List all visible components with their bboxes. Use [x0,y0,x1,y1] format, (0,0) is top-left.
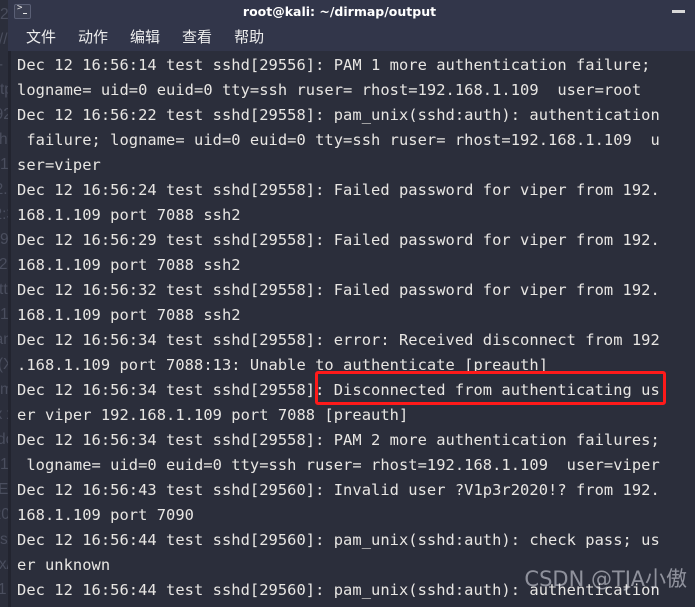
terminal-line: Dec 12 16:56:22 test sshd[29558]: pam_un… [17,106,660,124]
menu-item-4[interactable]: 帮助 [234,26,264,47]
terminal-output: Dec 12 16:56:14 test sshd[29556]: PAM 1 … [17,53,695,607]
window-title: root@kali: ~/dirmap/output [242,3,437,19]
terminal-line: ser=viper [17,156,101,174]
terminal-line: failure; logname= uid=0 euid=0 tty=ssh r… [17,603,695,607]
terminal-line: .168.1.109 port 7088:13: Unable to authe… [17,356,549,374]
terminal-line: er viper 192.168.1.109 port 7088 [preaut… [17,406,409,424]
terminal-window: root@kali: ~/dirmap/output 文件 动作 编辑 查看 帮助 De… [8,0,695,607]
terminal-line: logname= uid=0 euid=0 tty=ssh ruser= rho… [17,456,660,474]
terminal-line: Dec 12 16:56:34 test sshd[29558]: PAM 2 … [17,431,660,449]
terminal-line: Dec 12 16:56:44 test sshd[29560]: pam_un… [17,581,660,599]
terminal-line: Dec 12 16:56:29 test sshd[29558]: Failed… [17,231,660,249]
menu-item-1[interactable]: 动作 [78,26,108,47]
terminal-body[interactable]: Dec 12 16:56:14 test sshd[29556]: PAM 1 … [8,51,695,607]
terminal-line: Dec 12 16:56:14 test sshd[29556]: PAM 1 … [17,56,651,74]
terminal-line: failure; logname= uid=0 euid=0 tty=ssh r… [17,131,660,149]
terminal-line: Dec 12 16:56:24 test sshd[29558]: Failed… [17,181,660,199]
screenshot-root: 2:22:32:25 -0400] "GET /company/assets/v… [0,0,695,607]
terminal-line: 168.1.109 port 7090 [17,506,195,524]
terminal-line: 168.1.109 port 7088 ssh2 [17,306,241,324]
terminal-line: er unknown [17,556,111,574]
terminal-line: 168.1.109 port 7088 ssh2 [17,206,241,224]
terminal-line: Dec 12 16:56:43 test sshd[29560]: Invali… [17,481,660,499]
window-titlebar: root@kali: ~/dirmap/output [8,0,695,22]
menu-item-0[interactable]: 文件 [26,26,56,47]
menu-item-2[interactable]: 编辑 [130,26,160,47]
menu-item-3[interactable]: 查看 [182,26,212,47]
window-controls [668,9,685,13]
terminal-icon [14,3,31,19]
minimize-button[interactable] [672,9,685,13]
terminal-line: Dec 12 16:56:34 test sshd[29558]: Discon… [17,381,660,399]
terminal-line: logname= uid=0 euid=0 tty=ssh ruser= rho… [17,81,642,99]
terminal-line: Dec 12 16:56:44 test sshd[29560]: pam_un… [17,531,660,549]
terminal-left-edge [8,51,11,607]
terminal-line: Dec 12 16:56:34 test sshd[29558]: error:… [17,331,660,349]
terminal-line: 168.1.109 port 7088 ssh2 [17,256,241,274]
menu-bar: 文件 动作 编辑 查看 帮助 [8,22,695,51]
terminal-line: Dec 12 16:56:32 test sshd[29558]: Failed… [17,281,660,299]
